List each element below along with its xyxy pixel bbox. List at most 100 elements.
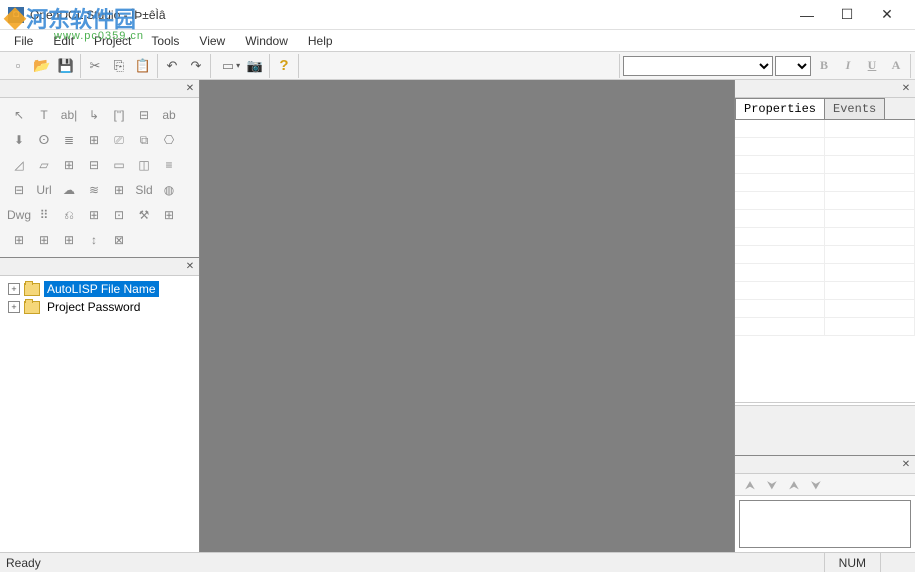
main-toolbar: ▾ B I U A [0,52,915,80]
mdi-client-area [200,80,735,552]
toolbox-item-36[interactable]: ⊞ [33,229,55,251]
maximize-button[interactable]: ☐ [827,1,867,29]
folder-icon [24,283,40,296]
menubar: File Edit Project Tools View Window Help [0,30,915,52]
tree-label[interactable]: Project Password [44,299,143,315]
toolbox-item-27[interactable]: ◍ [158,179,180,201]
menu-help[interactable]: Help [298,32,343,50]
toolbox-item-5[interactable]: ⊟ [133,104,155,126]
toolbox-item-29[interactable]: ⠿ [33,204,55,226]
zorder-close-icon[interactable]: ✕ [899,458,913,472]
open-button[interactable] [31,55,53,77]
toolbox-item-39[interactable]: ⊠ [108,229,130,251]
tree-label[interactable]: AutoLISP File Name [44,281,159,297]
close-button[interactable]: ✕ [867,1,907,29]
toolbox-item-16[interactable]: ⊞ [58,154,80,176]
control-toolbox: ↖Tab|↳["]⊟ab⬇ⵙ≣⊞⎚⧉⎔◿▱⊞⊟▭◫≡⊟Url☁≋⊞Sld◍Dwg… [0,98,199,258]
zorder-panel: ✕ ⮝ ⮟ ⮝ ⮟ [735,455,915,552]
menu-project[interactable]: Project [84,32,141,50]
statusbar: Ready NUM [0,552,915,572]
underline-button[interactable]: U [861,55,883,77]
minimize-button[interactable]: — [787,1,827,29]
zorder-down-icon[interactable]: ⮝ [785,477,803,493]
toolbox-item-0[interactable]: ↖ [8,104,30,126]
toolbox-item-18[interactable]: ▭ [108,154,130,176]
toolbox-item-20[interactable]: ≡ [158,154,180,176]
toolbox-item-3[interactable]: ↳ [83,104,105,126]
menu-file[interactable]: File [4,32,43,50]
toolbox-item-34[interactable]: ⊞ [158,204,180,226]
toolbox-item-4[interactable]: ["] [108,104,130,126]
toolbox-item-14[interactable]: ◿ [8,154,30,176]
toolbox-item-13[interactable]: ⎔ [158,129,180,151]
tree-row-0[interactable]: + AutoLISP File Name [4,280,195,298]
toolbox-item-7[interactable]: ⬇ [8,129,30,151]
titlebar: ◘ OpenDCL Studio - ÎÞ±êÌâ — ☐ ✕ [0,0,915,30]
add-form-button[interactable]: ▾ [220,55,242,77]
tab-properties[interactable]: Properties [735,98,825,119]
toolbox-item-22[interactable]: Url [33,179,55,201]
tree-expand-icon[interactable]: + [8,301,20,313]
toolbox-item-17[interactable]: ⊟ [83,154,105,176]
font-color-button[interactable]: A [885,55,907,77]
toolbox-item-32[interactable]: ⊡ [108,204,130,226]
toolbox-item-28[interactable]: Dwg [8,204,30,226]
properties-tabs: Properties Events [735,98,915,120]
project-tree: + AutoLISP File Name + Project Password [0,276,199,552]
font-family-combo[interactable] [623,56,773,76]
toolbox-item-6[interactable]: ab [158,104,180,126]
toolbox-item-9[interactable]: ≣ [58,129,80,151]
toolbox-item-12[interactable]: ⧉ [133,129,155,151]
toolbox-item-19[interactable]: ◫ [133,154,155,176]
toolbox-item-25[interactable]: ⊞ [108,179,130,201]
zorder-top-icon[interactable]: ⮝ [741,477,759,493]
toolbox-item-33[interactable]: ⚒ [133,204,155,226]
toolbox-item-10[interactable]: ⊞ [83,129,105,151]
menu-view[interactable]: View [189,32,235,50]
zorder-panel-header: ✕ [735,456,915,474]
bold-button[interactable]: B [813,55,835,77]
toolbox-item-21[interactable]: ⊟ [8,179,30,201]
toolbox-item-31[interactable]: ⊞ [83,204,105,226]
properties-grid[interactable] [735,120,915,403]
paste-button[interactable] [132,55,154,77]
tab-events[interactable]: Events [824,98,885,119]
cut-button[interactable] [84,55,106,77]
zorder-up-icon[interactable]: ⮟ [763,477,781,493]
help-button[interactable] [273,55,295,77]
toolbox-item-1[interactable]: T [33,104,55,126]
window-title: OpenDCL Studio - ÎÞ±êÌâ [30,8,787,22]
toolbox-item-35[interactable]: ⊞ [8,229,30,251]
copy-button[interactable] [108,55,130,77]
toolbox-item-26[interactable]: Sld [133,179,155,201]
tree-close-icon[interactable]: ✕ [183,260,197,274]
font-size-combo[interactable] [775,56,811,76]
zorder-bottom-icon[interactable]: ⮟ [807,477,825,493]
menu-window[interactable]: Window [235,32,298,50]
toolbox-close-icon[interactable]: ✕ [183,82,197,96]
toolbox-item-30[interactable]: ⎌ [58,204,80,226]
snapshot-button[interactable] [244,55,266,77]
tree-row-1[interactable]: + Project Password [4,298,195,316]
toolbox-item-15[interactable]: ▱ [33,154,55,176]
toolbox-item-24[interactable]: ≋ [83,179,105,201]
undo-button[interactable] [161,55,183,77]
tree-panel-header: ✕ [0,258,199,276]
properties-close-icon[interactable]: ✕ [899,82,913,96]
toolbox-item-38[interactable]: ↕ [83,229,105,251]
new-button[interactable] [7,55,29,77]
italic-button[interactable]: I [837,55,859,77]
toolbox-item-11[interactable]: ⎚ [108,129,130,151]
toolbox-item-2[interactable]: ab| [58,104,80,126]
property-description [735,405,915,455]
tree-expand-icon[interactable]: + [8,283,20,295]
menu-tools[interactable]: Tools [141,32,189,50]
toolbox-item-37[interactable]: ⊞ [58,229,80,251]
zorder-list[interactable] [739,500,911,548]
redo-button[interactable] [185,55,207,77]
menu-edit[interactable]: Edit [43,32,84,50]
app-icon: ◘ [8,7,24,23]
toolbox-item-23[interactable]: ☁ [58,179,80,201]
save-button[interactable] [55,55,77,77]
toolbox-item-8[interactable]: ⵙ [33,129,55,151]
